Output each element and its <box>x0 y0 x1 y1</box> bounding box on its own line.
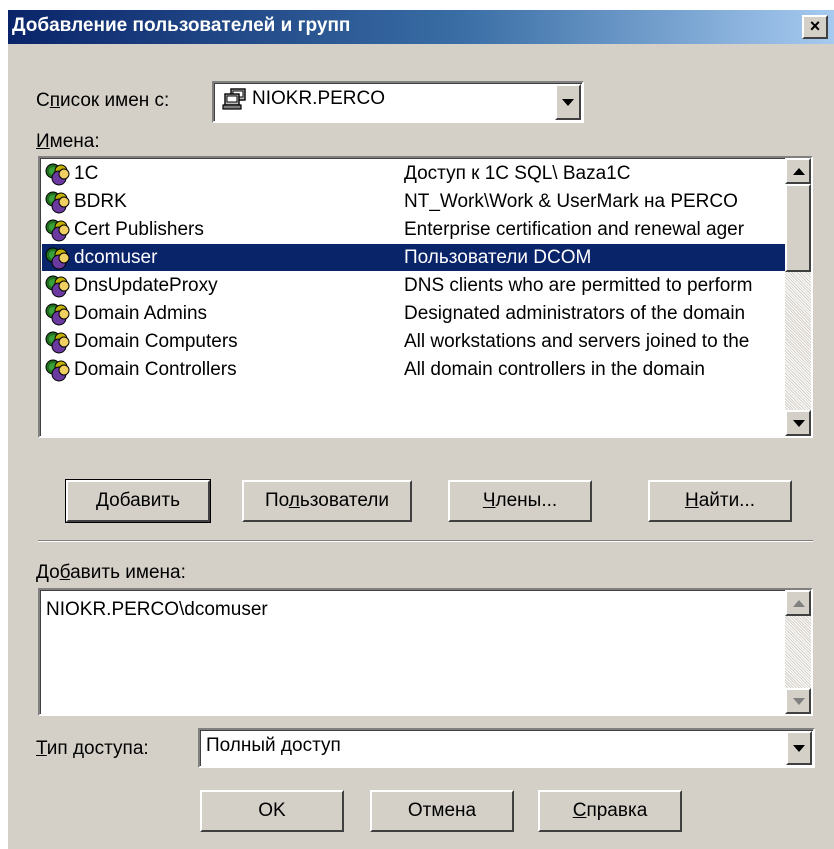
arrow-up-icon <box>793 168 805 175</box>
members-button[interactable]: Члены... <box>448 480 592 522</box>
group-icon <box>44 274 74 298</box>
source-value: NIOKR.PERCO <box>252 88 386 109</box>
access-type-label: Тип доступа: <box>36 738 149 759</box>
item-description: All workstations and servers joined to t… <box>404 331 750 352</box>
names-scrollbar[interactable] <box>785 158 811 436</box>
add-names-label: Добавить имена: <box>36 562 186 583</box>
scroll-down-button[interactable] <box>785 688 811 714</box>
list-item[interactable]: dcomuser Пользователи DCOM <box>42 244 785 271</box>
list-item[interactable]: Domain Computers All workstations and ser… <box>42 328 785 355</box>
chevron-down-icon <box>562 99 574 106</box>
access-dropdown-button[interactable] <box>786 731 812 765</box>
add-names-scrollbar[interactable] <box>785 590 811 714</box>
close-button[interactable]: × <box>802 15 828 39</box>
group-icon <box>44 246 74 270</box>
item-description: Пользователи DCOM <box>404 247 592 268</box>
item-description: Designated administrators of the domain <box>404 303 746 324</box>
add-names-value: NIOKR.PERCO\dcomuser <box>46 599 268 620</box>
network-computer-icon <box>222 88 246 110</box>
item-name: Domain Computers <box>74 331 238 352</box>
group-icon <box>44 218 74 242</box>
add-names-field[interactable]: NIOKR.PERCO\dcomuser <box>38 588 813 716</box>
source-combo[interactable]: NIOKR.PERCO <box>212 81 584 123</box>
arrow-down-icon <box>793 420 805 427</box>
cancel-button[interactable]: Отмена <box>370 790 514 832</box>
group-icon <box>44 162 74 186</box>
scroll-up-button[interactable] <box>785 158 811 184</box>
list-item[interactable]: Domain Admins Designated administrators o… <box>42 300 785 327</box>
access-type-select[interactable]: Полный доступ <box>198 728 815 768</box>
list-item[interactable]: 1C Доступ к 1С SQL\ Baza1C <box>42 160 785 187</box>
group-icon <box>44 190 74 214</box>
scroll-down-button[interactable] <box>785 410 811 436</box>
list-item[interactable]: Cert Publishers Enterprise certification … <box>42 216 785 243</box>
list-item[interactable]: BDRK NT_Work\Work & UserMark на PERCO <box>42 188 785 215</box>
item-name: 1C <box>74 163 99 184</box>
title-bar[interactable]: Добавление пользователей и групп × <box>8 10 834 44</box>
names-label: Имена: <box>36 131 100 152</box>
item-description: NT_Work\Work & UserMark на PERCO <box>404 191 738 212</box>
add-users-groups-dialog: Добавление пользователей и групп × Списо… <box>8 10 834 849</box>
item-name: Domain Controllers <box>74 359 237 380</box>
separator <box>38 540 813 542</box>
add-button[interactable]: Добавить <box>65 479 211 523</box>
scroll-thumb[interactable] <box>785 184 811 272</box>
item-name: Cert Publishers <box>74 219 204 240</box>
item-name: BDRK <box>74 191 127 212</box>
chevron-down-icon <box>793 745 805 752</box>
access-type-value: Полный доступ <box>206 735 341 756</box>
group-icon <box>44 302 74 326</box>
item-description: Доступ к 1С SQL\ Baza1C <box>404 163 631 184</box>
group-icon <box>44 358 74 382</box>
item-description: Enterprise certification and renewal age… <box>404 219 745 240</box>
source-label: Список имен с: <box>36 90 170 111</box>
help-button[interactable]: Справка <box>538 790 682 832</box>
ok-button[interactable]: OK <box>200 790 344 832</box>
source-dropdown-button[interactable] <box>555 84 581 120</box>
arrow-down-icon <box>793 698 805 705</box>
item-description: DNS clients who are permitted to perform <box>404 275 753 296</box>
group-icon <box>44 330 74 354</box>
list-item[interactable]: DnsUpdateProxy DNS clients who are permit… <box>42 272 785 299</box>
item-name: DnsUpdateProxy <box>74 275 218 296</box>
find-button[interactable]: Найти... <box>648 480 792 522</box>
item-name: Domain Admins <box>74 303 208 324</box>
scroll-up-button[interactable] <box>785 590 811 616</box>
arrow-up-icon <box>793 600 805 607</box>
list-item[interactable]: Domain Controllers All domain controllers… <box>42 356 785 383</box>
window-title: Добавление пользователей и групп <box>12 15 351 36</box>
names-list[interactable]: 1C Доступ к 1С SQL\ Baza1C BDRK NT_Work\Wor… <box>38 156 813 438</box>
item-description: All domain controllers in the domain <box>404 359 705 380</box>
users-button[interactable]: Пользователи <box>242 480 412 522</box>
item-name: dcomuser <box>74 247 158 268</box>
